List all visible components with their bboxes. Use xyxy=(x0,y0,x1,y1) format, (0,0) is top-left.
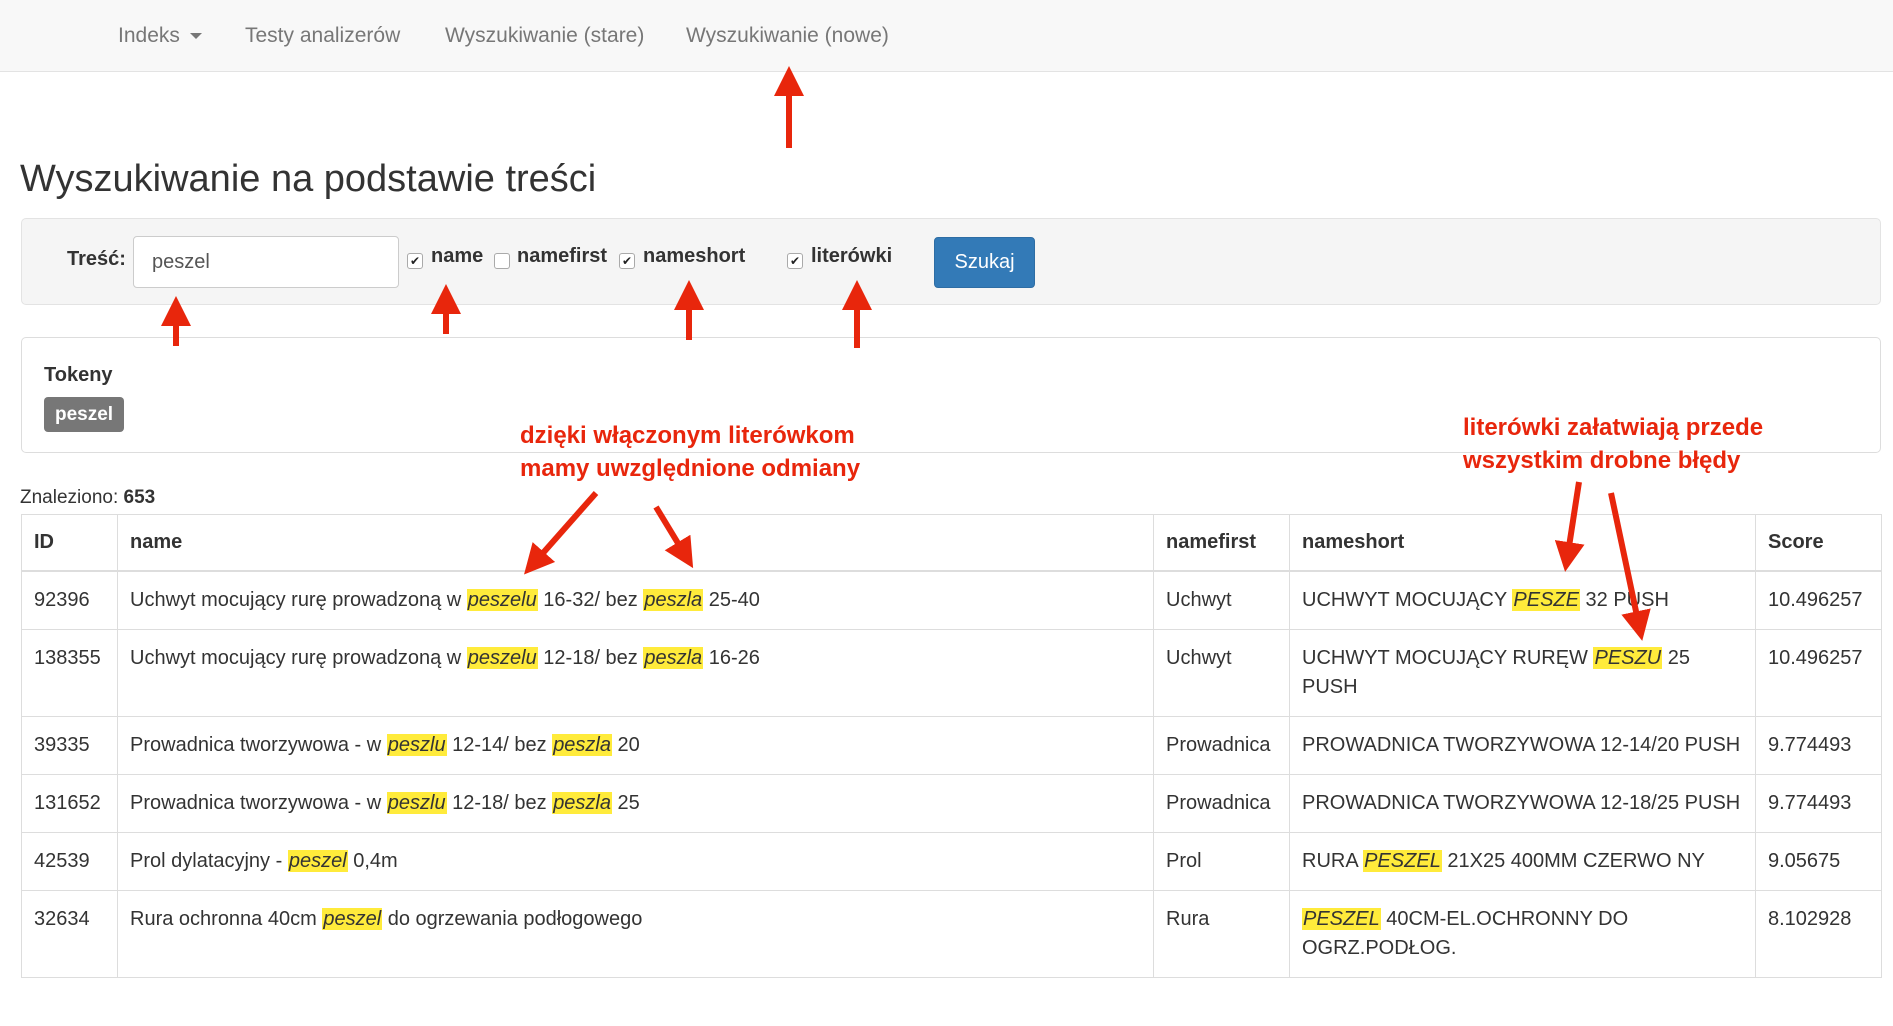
match-highlight: peszla xyxy=(643,588,704,611)
match-highlight: PESZEL xyxy=(1363,849,1442,872)
annotation-left: dzięki włączonym literówkom mamy uwzględ… xyxy=(520,419,860,485)
token-badge: peszel xyxy=(44,397,125,432)
cell-namefirst: Uchwyt xyxy=(1153,570,1290,630)
caret-down-icon xyxy=(189,33,202,40)
table-row: 138355 Uchwyt mocujący rurę prowadzoną w … xyxy=(21,628,1882,717)
table-row: 39335 Prowadnica tworzywowa - w peszlu 12… xyxy=(21,715,1882,775)
nav-testy-analizerow[interactable]: Testy analizerów xyxy=(245,0,400,72)
checkbox-name[interactable]: ✔ xyxy=(407,253,423,269)
col-header-score[interactable]: Score xyxy=(1755,514,1882,572)
cell-nameshort: PROWADNICA TWORZYWOWA 12-18/25 PUSH xyxy=(1289,773,1756,833)
match-highlight: peszel xyxy=(287,849,348,872)
tokens-title: Tokeny xyxy=(44,364,113,386)
found-count: 653 xyxy=(123,487,156,508)
cell-namefirst: Rura xyxy=(1153,889,1290,978)
cell-id: 131652 xyxy=(21,773,118,833)
nav-wyszukiwanie-nowe[interactable]: Wyszukiwanie (nowe) xyxy=(686,0,889,72)
match-highlight: peszla xyxy=(643,646,704,669)
page-title: Wyszukiwanie na podstawie treści xyxy=(20,158,597,200)
nav-indeks-dropdown[interactable]: Indeks xyxy=(118,0,202,72)
match-highlight: peszlu xyxy=(386,733,447,756)
match-highlight: PESZEL xyxy=(1302,907,1381,930)
table-row: 92396 Uchwyt mocujący rurę prowadzoną w p… xyxy=(21,570,1882,630)
col-header-name[interactable]: name xyxy=(117,514,1154,572)
match-highlight: peszla xyxy=(552,733,612,756)
col-header-nameshort[interactable]: nameshort xyxy=(1289,514,1756,572)
nav-indeks-label: Indeks xyxy=(118,24,180,47)
checkbox-literowki[interactable]: ✔ xyxy=(787,253,803,269)
cell-score: 9.774493 xyxy=(1755,715,1882,775)
cell-name: Rura ochronna 40cm peszel do ogrzewania … xyxy=(117,889,1154,978)
search-input[interactable] xyxy=(133,236,399,288)
cell-id: 32634 xyxy=(21,889,118,978)
cell-score: 9.05675 xyxy=(1755,831,1882,891)
content-label: Treść: xyxy=(67,248,126,270)
top-navbar: Indeks Testy analizerów Wyszukiwanie (st… xyxy=(0,0,1893,72)
checkbox-nameshort-label: nameshort xyxy=(643,245,746,267)
cell-score: 10.496257 xyxy=(1755,570,1882,630)
col-header-id[interactable]: ID xyxy=(21,514,118,572)
cell-score: 8.102928 xyxy=(1755,889,1882,978)
nav-wyszukiwanie-stare[interactable]: Wyszukiwanie (stare) xyxy=(445,0,644,72)
cell-id: 42539 xyxy=(21,831,118,891)
col-header-namefirst[interactable]: namefirst xyxy=(1153,514,1290,572)
match-highlight: peszla xyxy=(552,791,612,814)
cell-namefirst: Uchwyt xyxy=(1153,628,1290,717)
table-row: 32634 Rura ochronna 40cm peszel do ogrzew… xyxy=(21,889,1882,978)
match-highlight: peszel xyxy=(322,907,383,930)
match-highlight: PESZE xyxy=(1512,588,1580,611)
cell-score: 9.774493 xyxy=(1755,773,1882,833)
cell-nameshort: PROWADNICA TWORZYWOWA 12-14/20 PUSH xyxy=(1289,715,1756,775)
annotation-right: literówki załatwiają przede wszystkim dr… xyxy=(1463,411,1763,477)
annotation-right-line2: wszystkim drobne błędy xyxy=(1463,447,1741,474)
cell-nameshort: PESZEL 40CM-EL.OCHRONNY DO OGRZ.PODŁOG. xyxy=(1289,889,1756,978)
cell-namefirst: Prowadnica xyxy=(1153,715,1290,775)
cell-name: Prowadnica tworzywowa - w peszlu 12-18/ … xyxy=(117,773,1154,833)
table-row: 42539 Prol dylatacyjny - peszel 0,4m Prol R… xyxy=(21,831,1882,891)
checkbox-namefirst[interactable] xyxy=(494,253,510,269)
match-highlight: peszelu xyxy=(466,646,538,669)
cell-id: 39335 xyxy=(21,715,118,775)
cell-score: 10.496257 xyxy=(1755,628,1882,717)
checkbox-nameshort[interactable]: ✔ xyxy=(619,253,635,269)
results-table: ID name namefirst nameshort Score 92396 U… xyxy=(21,514,1882,978)
cell-name: Prowadnica tworzywowa - w peszlu 12-14/ … xyxy=(117,715,1154,775)
checkbox-namefirst-label: namefirst xyxy=(517,245,608,267)
cell-name: Prol dylatacyjny - peszel 0,4m xyxy=(117,831,1154,891)
table-header-row: ID name namefirst nameshort Score xyxy=(21,514,1882,572)
checkbox-name-label: name xyxy=(431,245,484,267)
checkbox-literowki-label: literówki xyxy=(811,245,893,267)
cell-name: Uchwyt mocujący rurę prowadzoną w peszel… xyxy=(117,570,1154,630)
cell-nameshort: UCHWYT MOCUJĄCY RURĘW PESZU 25 PUSH xyxy=(1289,628,1756,717)
results-count: Znaleziono: 653 xyxy=(20,487,155,509)
cell-nameshort: UCHWYT MOCUJĄCY PESZE 32 PUSH xyxy=(1289,570,1756,630)
annotation-left-line1: dzięki włączonym literówkom xyxy=(520,422,855,449)
cell-name: Uchwyt mocujący rurę prowadzoną w peszel… xyxy=(117,628,1154,717)
match-highlight: peszlu xyxy=(386,791,447,814)
search-button[interactable]: Szukaj xyxy=(934,237,1035,288)
cell-id: 138355 xyxy=(21,628,118,717)
match-highlight: PESZU xyxy=(1593,646,1663,669)
match-highlight: peszelu xyxy=(466,588,538,611)
found-label: Znaleziono: xyxy=(20,487,119,508)
cell-namefirst: Prol xyxy=(1153,831,1290,891)
cell-nameshort: RURA PESZEL 21X25 400MM CZERWO NY xyxy=(1289,831,1756,891)
table-row: 131652 Prowadnica tworzywowa - w peszlu 1… xyxy=(21,773,1882,833)
annotation-left-line2: mamy uwzględnione odmiany xyxy=(520,455,861,482)
annotation-right-line1: literówki załatwiają przede xyxy=(1463,414,1764,441)
cell-namefirst: Prowadnica xyxy=(1153,773,1290,833)
cell-id: 92396 xyxy=(21,570,118,630)
